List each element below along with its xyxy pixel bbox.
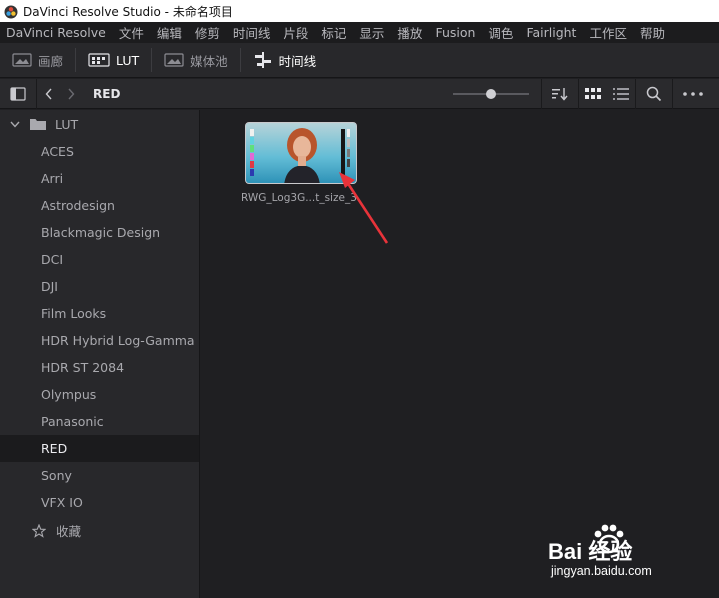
annotation-arrow-icon [339, 172, 389, 244]
sidebar-toggle-icon [10, 86, 26, 101]
sidebar-item-dci[interactable]: DCI [0, 246, 199, 273]
tree-root-lut[interactable]: LUT [0, 111, 199, 138]
sort-icon [552, 88, 568, 101]
search-icon [646, 86, 662, 102]
menu-bar: DaVinci Resolve 文件 编辑 修剪 时间线 片段 标记 显示 播放… [0, 22, 719, 43]
sidebar-item-blackmagic-design[interactable]: Blackmagic Design [0, 219, 199, 246]
sidebar-item-film-looks[interactable]: Film Looks [0, 300, 199, 327]
menu-item-timeline[interactable]: 时间线 [233, 23, 271, 42]
toggle-sidebar-button[interactable] [0, 79, 36, 109]
more-options-icon [683, 92, 703, 96]
sidebar-item-dji[interactable]: DJI [0, 273, 199, 300]
path-bar: RED [0, 78, 719, 109]
timeline-label: 时间线 [278, 53, 317, 69]
gallery-label: 画廊 [38, 53, 64, 69]
thumbnail-zoom-slider[interactable] [453, 89, 529, 99]
tree-root-label: LUT [55, 117, 79, 132]
menu-item-workspace[interactable]: 工作区 [589, 23, 627, 42]
menu-item-file[interactable]: 文件 [119, 23, 144, 42]
menu-item-help[interactable]: 帮助 [640, 23, 665, 42]
menu-item-mark[interactable]: 标记 [321, 23, 346, 42]
lut-label: LUT [116, 52, 140, 68]
toolbar: 画廊 LUT 媒体池 时间线 [0, 43, 719, 78]
sidebar-item-vfx-io[interactable]: VFX IO [0, 489, 199, 516]
media-pool-icon [164, 53, 184, 67]
watermark-logo-text: Bai 经验 [548, 539, 633, 564]
menu-item-trim[interactable]: 修剪 [195, 23, 220, 42]
sidebar-item-red[interactable]: RED [0, 435, 199, 462]
more-options-button[interactable] [673, 79, 713, 109]
sidebar-favorites[interactable]: 收藏 [0, 516, 199, 545]
sidebar-item-olympus[interactable]: Olympus [0, 381, 199, 408]
sidebar-item-astrodesign[interactable]: Astrodesign [0, 192, 199, 219]
star-icon [32, 523, 46, 538]
search-button[interactable] [636, 79, 672, 109]
lut-sidebar: LUT ACES Arri Astrodesign Blackmagic Des… [0, 110, 200, 598]
watermark-site: jingyan.baidu.com [551, 564, 652, 578]
media-pool-label: 媒体池 [190, 53, 228, 69]
grid-view-button[interactable] [579, 79, 607, 109]
lut-icon [88, 53, 110, 67]
sidebar-item-sony[interactable]: Sony [0, 462, 199, 489]
favorites-label: 收藏 [56, 524, 82, 539]
menu-item-clip[interactable]: 片段 [283, 23, 308, 42]
gallery-icon [12, 53, 32, 67]
grid-view-icon [585, 88, 601, 99]
menu-item-playback[interactable]: 播放 [397, 23, 422, 42]
davinci-logo-icon [4, 4, 18, 19]
sidebar-item-panasonic[interactable]: Panasonic [0, 408, 199, 435]
back-button[interactable] [37, 79, 61, 109]
title-bar: DaVinci Resolve Studio - 未命名项目 [0, 0, 719, 22]
menu-item-fairlight[interactable]: Fairlight [526, 25, 576, 40]
lut-button[interactable]: LUT [76, 43, 151, 78]
timeline-button[interactable]: 时间线 [241, 43, 329, 78]
sort-button[interactable] [542, 79, 578, 109]
forward-button[interactable] [61, 79, 81, 109]
slider-handle[interactable] [486, 89, 496, 99]
chevron-right-icon [68, 88, 75, 99]
sidebar-item-arri[interactable]: Arri [0, 165, 199, 192]
list-view-button[interactable] [607, 79, 635, 109]
list-view-icon [613, 88, 629, 100]
menu-item-fusion[interactable]: Fusion [435, 25, 475, 40]
sidebar-item-hdr-hybrid-log-gamma[interactable]: HDR Hybrid Log-Gamma [0, 327, 199, 354]
chevron-left-icon [45, 88, 52, 99]
sidebar-item-aces[interactable]: ACES [0, 138, 199, 165]
timeline-icon [253, 52, 273, 68]
folder-icon [30, 118, 46, 131]
current-folder-title: RED [93, 86, 121, 101]
menu-item-color[interactable]: 调色 [488, 23, 513, 42]
menu-item-view[interactable]: 显示 [359, 23, 384, 42]
sidebar-item-hdr-st-2084[interactable]: HDR ST 2084 [0, 354, 199, 381]
gallery-button[interactable]: 画廊 [0, 43, 75, 78]
menu-item-edit[interactable]: 编辑 [157, 23, 182, 42]
menu-item-davinci-resolve[interactable]: DaVinci Resolve [6, 25, 106, 40]
media-pool-button[interactable]: 媒体池 [152, 43, 240, 78]
window-title: DaVinci Resolve Studio - 未命名项目 [23, 4, 233, 19]
baidu-watermark: Bai 经验 jingyan.baidu.com [548, 520, 708, 584]
chevron-down-icon[interactable] [10, 121, 22, 128]
